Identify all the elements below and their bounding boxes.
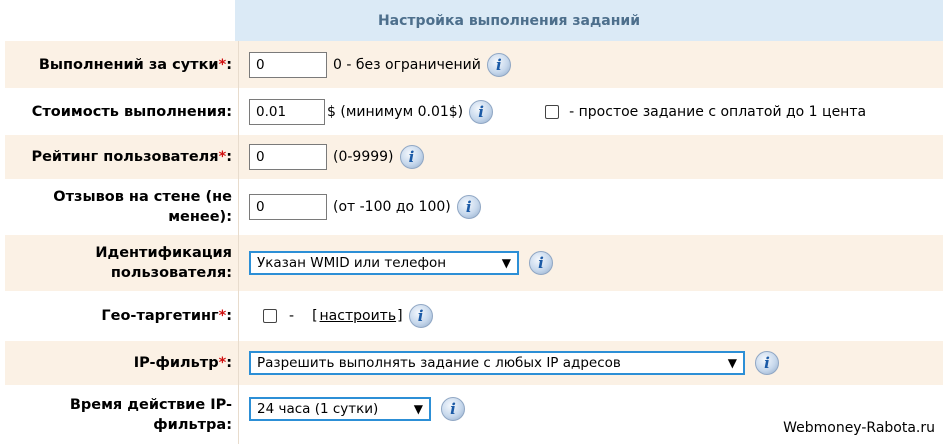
executions-input[interactable]: 0 [249,51,327,78]
geo-label: Гео-таргетинг*: [101,308,232,324]
watermark: Webmoney-Rabota.ru [783,420,935,436]
info-icon[interactable]: i [529,251,553,275]
cost-label: Стоимость выполнения: [31,103,232,120]
identification-selected: Указан WMID или телефон [257,255,447,271]
cost-input[interactable]: 0.01 [249,98,325,125]
chevron-down-icon: ▼ [501,256,511,270]
iptime-select[interactable]: 24 часа (1 сутки) ▼ [249,397,431,421]
ipfilter-select[interactable]: Разрешить выполнять задание с любых IP а… [249,351,745,375]
chevron-down-icon: ▼ [413,402,423,416]
row-cost: Стоимость выполнения: 0.01 $ (минимум 0.… [5,88,943,135]
info-icon[interactable]: i [441,397,465,421]
row-identification: Идентификация пользователя: Указан WMID … [5,235,943,291]
row-geo: Гео-таргетинг*: - [ настроить ] i [5,291,943,341]
iptime-label: Время действие IP-фильтра: [69,396,232,433]
geo-dash: - [289,308,295,324]
geo-configure-link[interactable]: настроить [320,308,397,324]
row-executions: Выполнений за сутки*: 0 0 - без ограниче… [5,41,943,88]
identification-select[interactable]: Указан WMID или телефон ▼ [249,251,519,275]
executions-hint: 0 - без ограничений [333,56,481,73]
wall-label: Отзывов на стене (не менее): [53,189,232,225]
rating-hint: (0-9999) [333,149,394,165]
simple-task-checkbox[interactable] [545,104,560,119]
chevron-down-icon: ▼ [727,356,737,370]
ipfilter-selected: Разрешить выполнять задание с любых IP а… [257,355,621,371]
info-icon[interactable]: i [456,195,481,219]
simple-task-label: - простое задание с оплатой до 1 цента [569,103,867,120]
header-spacer [5,0,235,41]
info-icon[interactable]: i [486,52,511,77]
info-icon[interactable]: i [755,351,779,375]
geo-open-bracket: [ [312,308,318,324]
rating-input[interactable]: 0 [249,144,327,170]
rating-label: Рейтинг пользователя*: [31,149,232,165]
info-icon[interactable]: i [399,145,424,169]
row-rating: Рейтинг пользователя*: 0 (0-9999) i [5,135,943,179]
geo-close-bracket: ] [397,308,403,324]
iptime-selected: 24 часа (1 сутки) [257,401,379,417]
wall-input[interactable]: 0 [249,194,327,220]
row-ipfilter: IP-фильтр*: Разрешить выполнять задание … [5,341,943,385]
info-icon[interactable]: i [469,99,494,124]
wall-hint: (от -100 до 100) [333,199,451,215]
ipfilter-label: IP-фильтр*: [133,355,232,371]
page-title: Настройка выполнения заданий [377,12,641,29]
geo-checkbox[interactable] [263,309,277,323]
settings-header: Настройка выполнения заданий [5,0,943,41]
executions-label: Выполнений за сутки*: [38,56,232,73]
identification-label: Идентификация пользователя: [95,245,232,281]
info-icon[interactable]: i [408,304,433,328]
cost-hint: $ (минимум 0.01$) [327,103,464,120]
row-wall: Отзывов на стене (не менее): 0 (от -100 … [5,179,943,235]
